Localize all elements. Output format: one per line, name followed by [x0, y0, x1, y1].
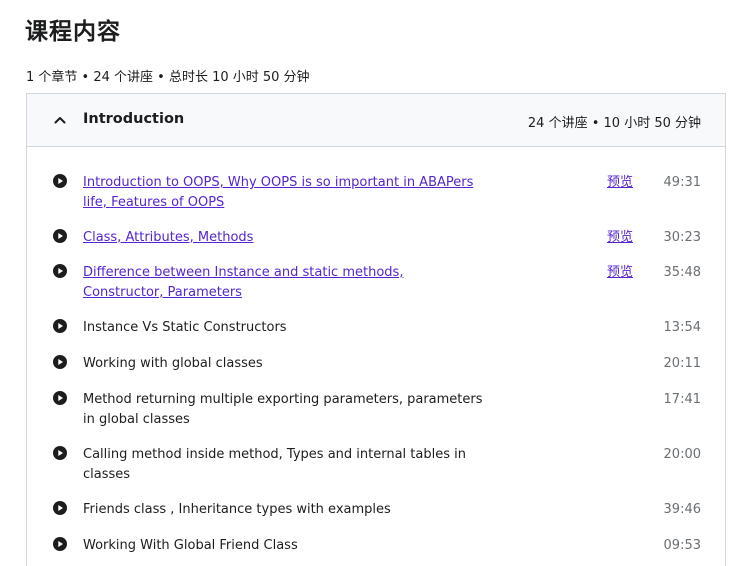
lecture-duration: 49:31 — [663, 175, 701, 190]
play-icon — [53, 174, 67, 188]
play-icon — [53, 446, 67, 460]
play-icon — [53, 537, 67, 551]
lecture-duration: 39:46 — [663, 502, 701, 517]
preview-link[interactable]: 预览 — [607, 263, 633, 283]
course-summary: 1 个章节 • 24 个讲座 • 总时长 10 小时 50 分钟 — [26, 70, 310, 85]
play-icon — [53, 229, 67, 243]
play-icon — [53, 391, 67, 405]
lecture-title: Calling method inside method, Types and … — [83, 447, 466, 482]
play-icon — [53, 319, 67, 333]
chevron-up-icon — [54, 117, 66, 124]
page-title: 课程内容 — [25, 19, 121, 45]
play-icon — [53, 501, 67, 515]
curriculum-panel: Introduction 24 个讲座 • 10 小时 50 分钟 Introd… — [26, 93, 726, 566]
lecture-title: Method returning multiple exporting para… — [83, 392, 483, 427]
section-header[interactable]: Introduction 24 个讲座 • 10 小时 50 分钟 — [27, 94, 725, 147]
lecture-duration: 30:23 — [663, 230, 701, 245]
lecture-title-link[interactable]: Introduction to OOPS, Why OOPS is so imp… — [83, 173, 483, 212]
section-meta: 24 个讲座 • 10 小时 50 分钟 — [527, 116, 701, 131]
lecture-title: Friends class , Inheritance types with e… — [83, 502, 391, 517]
lecture-title: Working With Global Friend Class — [83, 538, 298, 553]
lecture-title: Working with global classes — [83, 356, 263, 371]
lecture-title: Instance Vs Static Constructors — [83, 320, 287, 335]
preview-link[interactable]: 预览 — [607, 173, 633, 193]
play-icon — [53, 355, 67, 369]
section-title: Introduction — [83, 111, 185, 127]
lecture-title-link[interactable]: Class, Attributes, Methods — [83, 228, 483, 248]
preview-link[interactable]: 预览 — [607, 228, 633, 248]
lecture-duration: 35:48 — [663, 265, 701, 280]
lecture-title-link[interactable]: Difference between Instance and static m… — [83, 263, 483, 302]
lecture-duration: 09:53 — [663, 538, 701, 553]
lecture-duration: 17:41 — [663, 392, 701, 407]
lecture-duration: 20:11 — [663, 356, 701, 371]
lecture-duration: 13:54 — [663, 320, 701, 335]
lecture-duration: 20:00 — [663, 447, 701, 462]
play-icon — [53, 264, 67, 278]
